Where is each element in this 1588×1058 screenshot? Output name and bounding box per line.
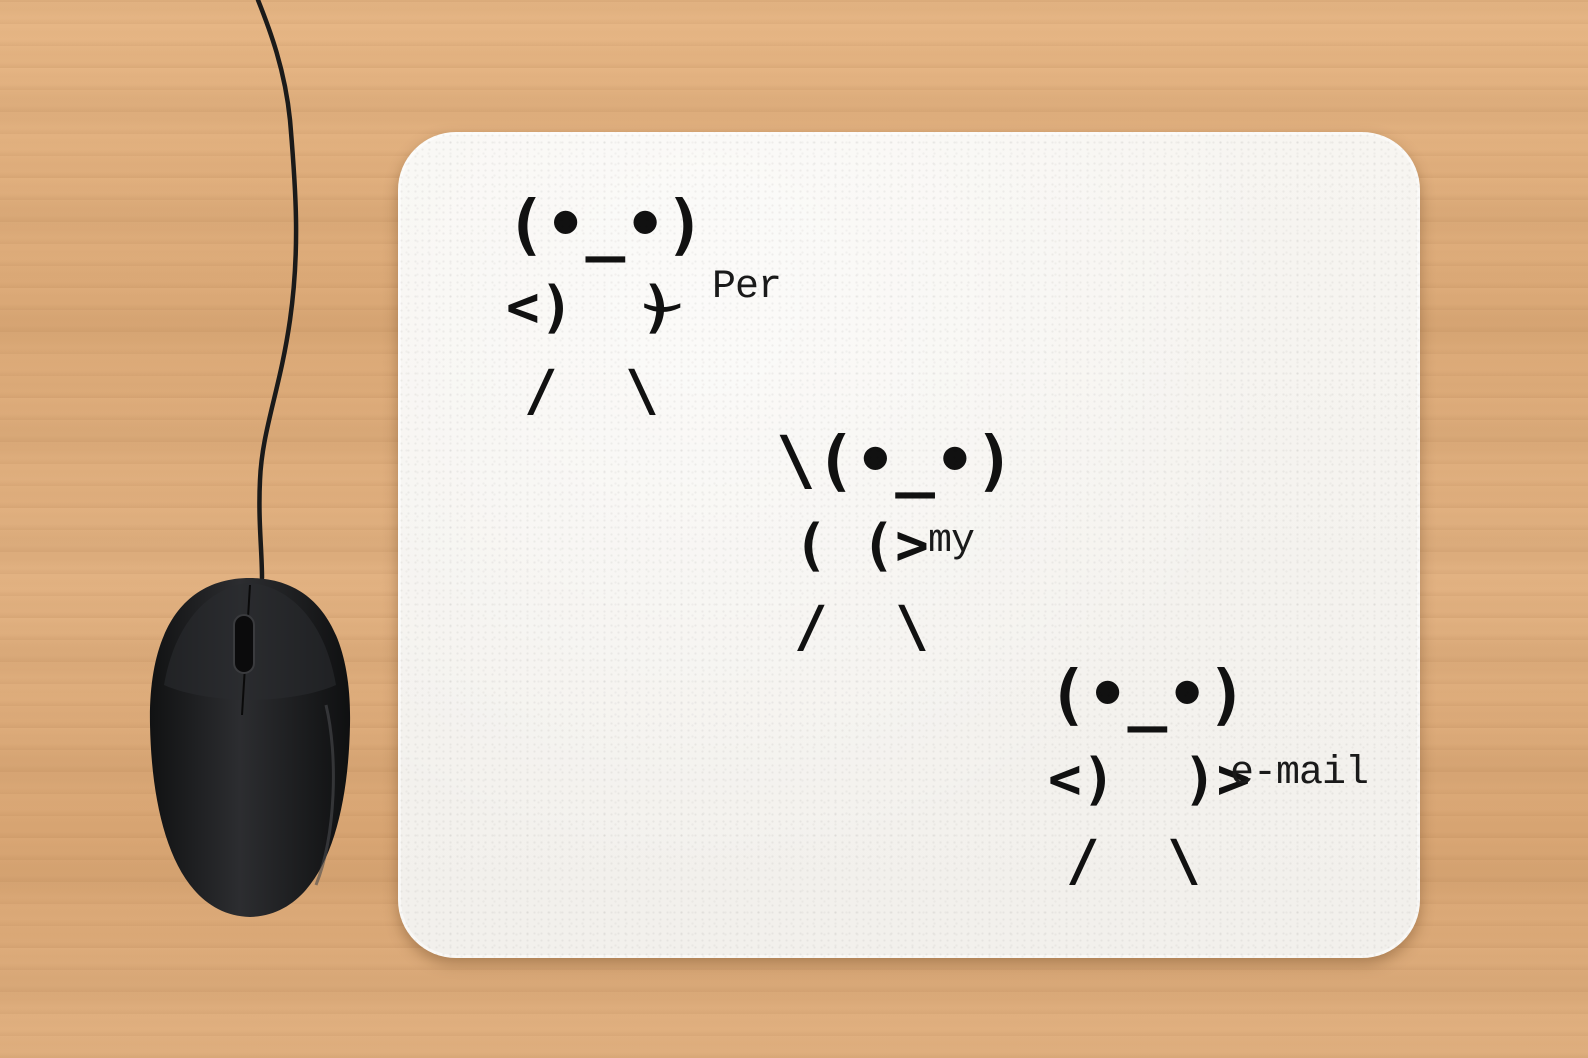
figure-body: ( (> [794, 513, 929, 578]
figure-label: e-mail [1230, 751, 1369, 796]
figure-label: Per [712, 265, 782, 310]
figure-legs: / \ [1066, 829, 1201, 894]
figure-legs: / \ [794, 595, 929, 660]
figure-head: \(•_•) [776, 422, 1015, 499]
figure-label: my [928, 519, 975, 564]
computer-mouse [149, 578, 351, 917]
figure-head: (•_•) [506, 186, 705, 263]
figure-legs: / \ [524, 359, 659, 424]
figure-head: (•_•) [1048, 656, 1247, 733]
mousepad: (•_•) <) ) ‿ / \ Per \(•_•) ( (> / \ my … [398, 132, 1420, 958]
figure-arm: ‿ [646, 249, 679, 312]
figure-body: <) )> [1048, 747, 1251, 812]
figure-body: <) ) [506, 275, 675, 340]
